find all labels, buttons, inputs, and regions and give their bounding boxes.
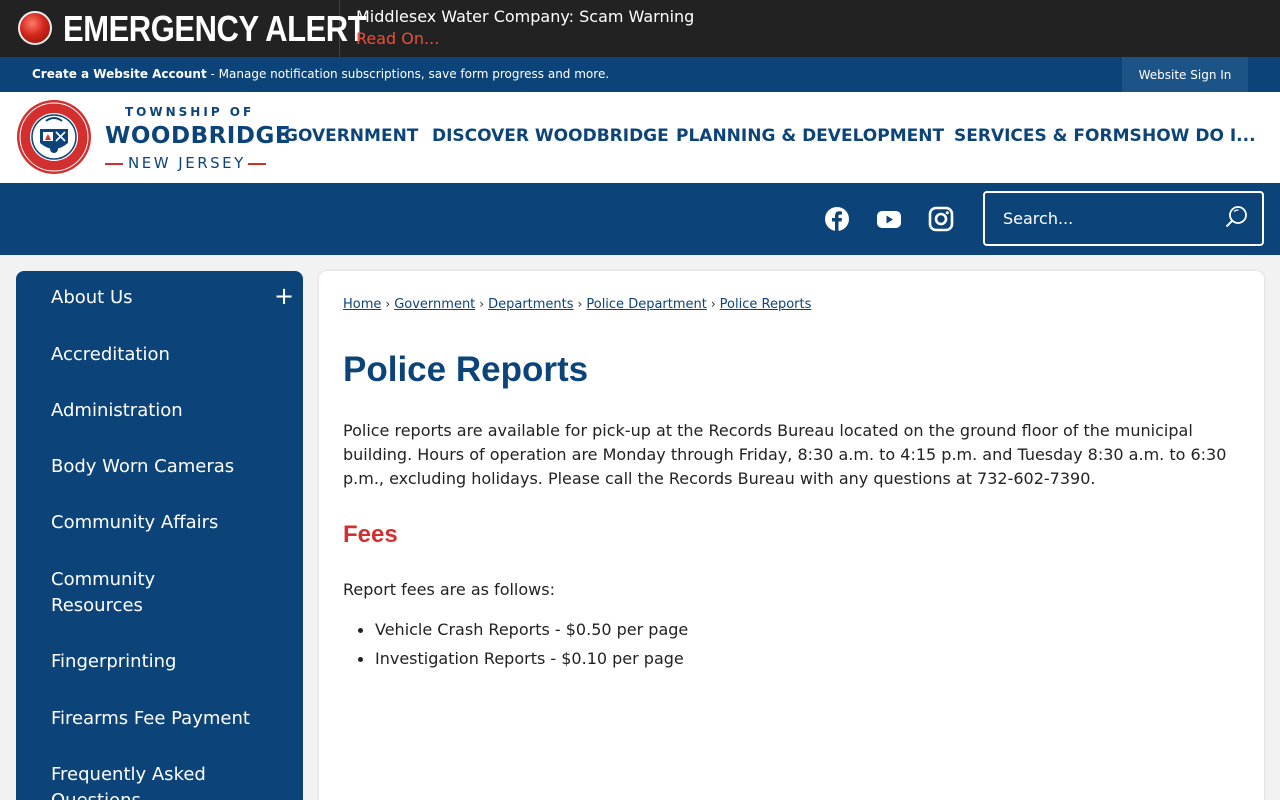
fees-heading: Fees — [343, 521, 398, 548]
fees-intro: Report fees are as follows: — [343, 580, 555, 599]
breadcrumb-separator: › — [479, 297, 485, 311]
breadcrumb-police-department[interactable]: Police Department — [586, 297, 707, 312]
nav-planning-development[interactable]: PLANNING & DEVELOPMENT — [676, 126, 944, 146]
alert-beacon-icon — [18, 11, 52, 45]
emergency-alert-label-area: EMERGENCY ALERT — [0, 0, 367, 57]
create-account-link[interactable]: Create a Website Account — [32, 67, 207, 81]
emergency-alert-bar: EMERGENCY ALERT Middlesex Water Company:… — [0, 0, 1280, 57]
sidebar-item-faq[interactable]: Frequently Asked Questions — [51, 762, 241, 800]
nav-services-forms[interactable]: SERVICES & FORMS — [954, 126, 1142, 146]
logo-divider-right — [248, 163, 266, 165]
website-sign-in-button[interactable]: Website Sign In — [1122, 57, 1248, 92]
emergency-alert-message[interactable]: Middlesex Water Company: Scam Warning — [356, 7, 694, 26]
breadcrumb: Home › Government › Departments › Police Depar… — [343, 297, 811, 312]
account-notice: Create a Website Account - Manage notifi… — [32, 67, 609, 81]
page-title: Police Reports — [343, 350, 589, 389]
sidebar-nav: About Us + Accreditation Administration … — [16, 271, 303, 800]
logo-woodbridge: WOODBRIDGE — [105, 123, 292, 149]
nav-how-do-i[interactable]: HOW DO I... — [1142, 126, 1256, 146]
nav-discover-woodbridge[interactable]: DISCOVER WOODBRIDGE — [432, 126, 669, 146]
breadcrumb-separator: › — [710, 297, 716, 311]
breadcrumb-departments[interactable]: Departments — [488, 297, 573, 312]
logo-township-of: TOWNSHIP OF — [125, 105, 255, 119]
page-body-text: Police reports are available for pick-up… — [343, 421, 1227, 488]
search-icon[interactable] — [1225, 205, 1249, 229]
sidebar-item-body-worn-cameras[interactable]: Body Worn Cameras — [51, 454, 234, 480]
fee-item-vehicle-crash: Vehicle Crash Reports - $0.50 per page — [357, 619, 688, 648]
breadcrumb-home[interactable]: Home — [343, 297, 381, 312]
sidebar-item-about-us[interactable]: About Us — [51, 285, 133, 311]
sidebar-item-accreditation[interactable]: Accreditation — [51, 342, 170, 368]
facebook-icon[interactable] — [824, 206, 850, 232]
breadcrumb-separator: › — [385, 297, 391, 311]
township-seal-logo[interactable] — [16, 99, 92, 175]
expand-plus-icon[interactable]: + — [274, 283, 294, 309]
breadcrumb-government[interactable]: Government — [394, 297, 475, 312]
sidebar-item-administration[interactable]: Administration — [51, 398, 183, 424]
emergency-alert-title: EMERGENCY ALERT — [63, 8, 367, 49]
account-description: - Manage notification subscriptions, sav… — [206, 67, 610, 81]
emergency-read-on-link[interactable]: Read On... — [356, 29, 439, 48]
search-input[interactable] — [1003, 207, 1213, 229]
breadcrumb-separator: › — [577, 297, 583, 311]
sidebar-item-community-affairs[interactable]: Community Affairs — [51, 510, 218, 536]
nav-government[interactable]: GOVERNMENT — [284, 126, 418, 146]
fee-list: Vehicle Crash Reports - $0.50 per page I… — [357, 619, 688, 677]
instagram-icon[interactable] — [928, 206, 954, 232]
logo-new-jersey: NEW JERSEY — [128, 154, 246, 172]
sidebar-item-firearms-fee-payment[interactable]: Firearms Fee Payment — [51, 706, 250, 732]
sidebar-item-community-resources[interactable]: Community Resources — [51, 567, 201, 619]
breadcrumb-police-reports[interactable]: Police Reports — [720, 297, 812, 312]
fee-item-investigation: Investigation Reports - $0.10 per page — [357, 648, 688, 677]
logo-divider-left — [105, 163, 123, 165]
account-bar: Create a Website Account - Manage notifi… — [0, 57, 1280, 92]
site-header: TOWNSHIP OF WOODBRIDGE NEW JERSEY GOVERN… — [0, 92, 1280, 183]
youtube-icon[interactable] — [876, 206, 902, 232]
sidebar-item-fingerprinting[interactable]: Fingerprinting — [51, 649, 176, 675]
